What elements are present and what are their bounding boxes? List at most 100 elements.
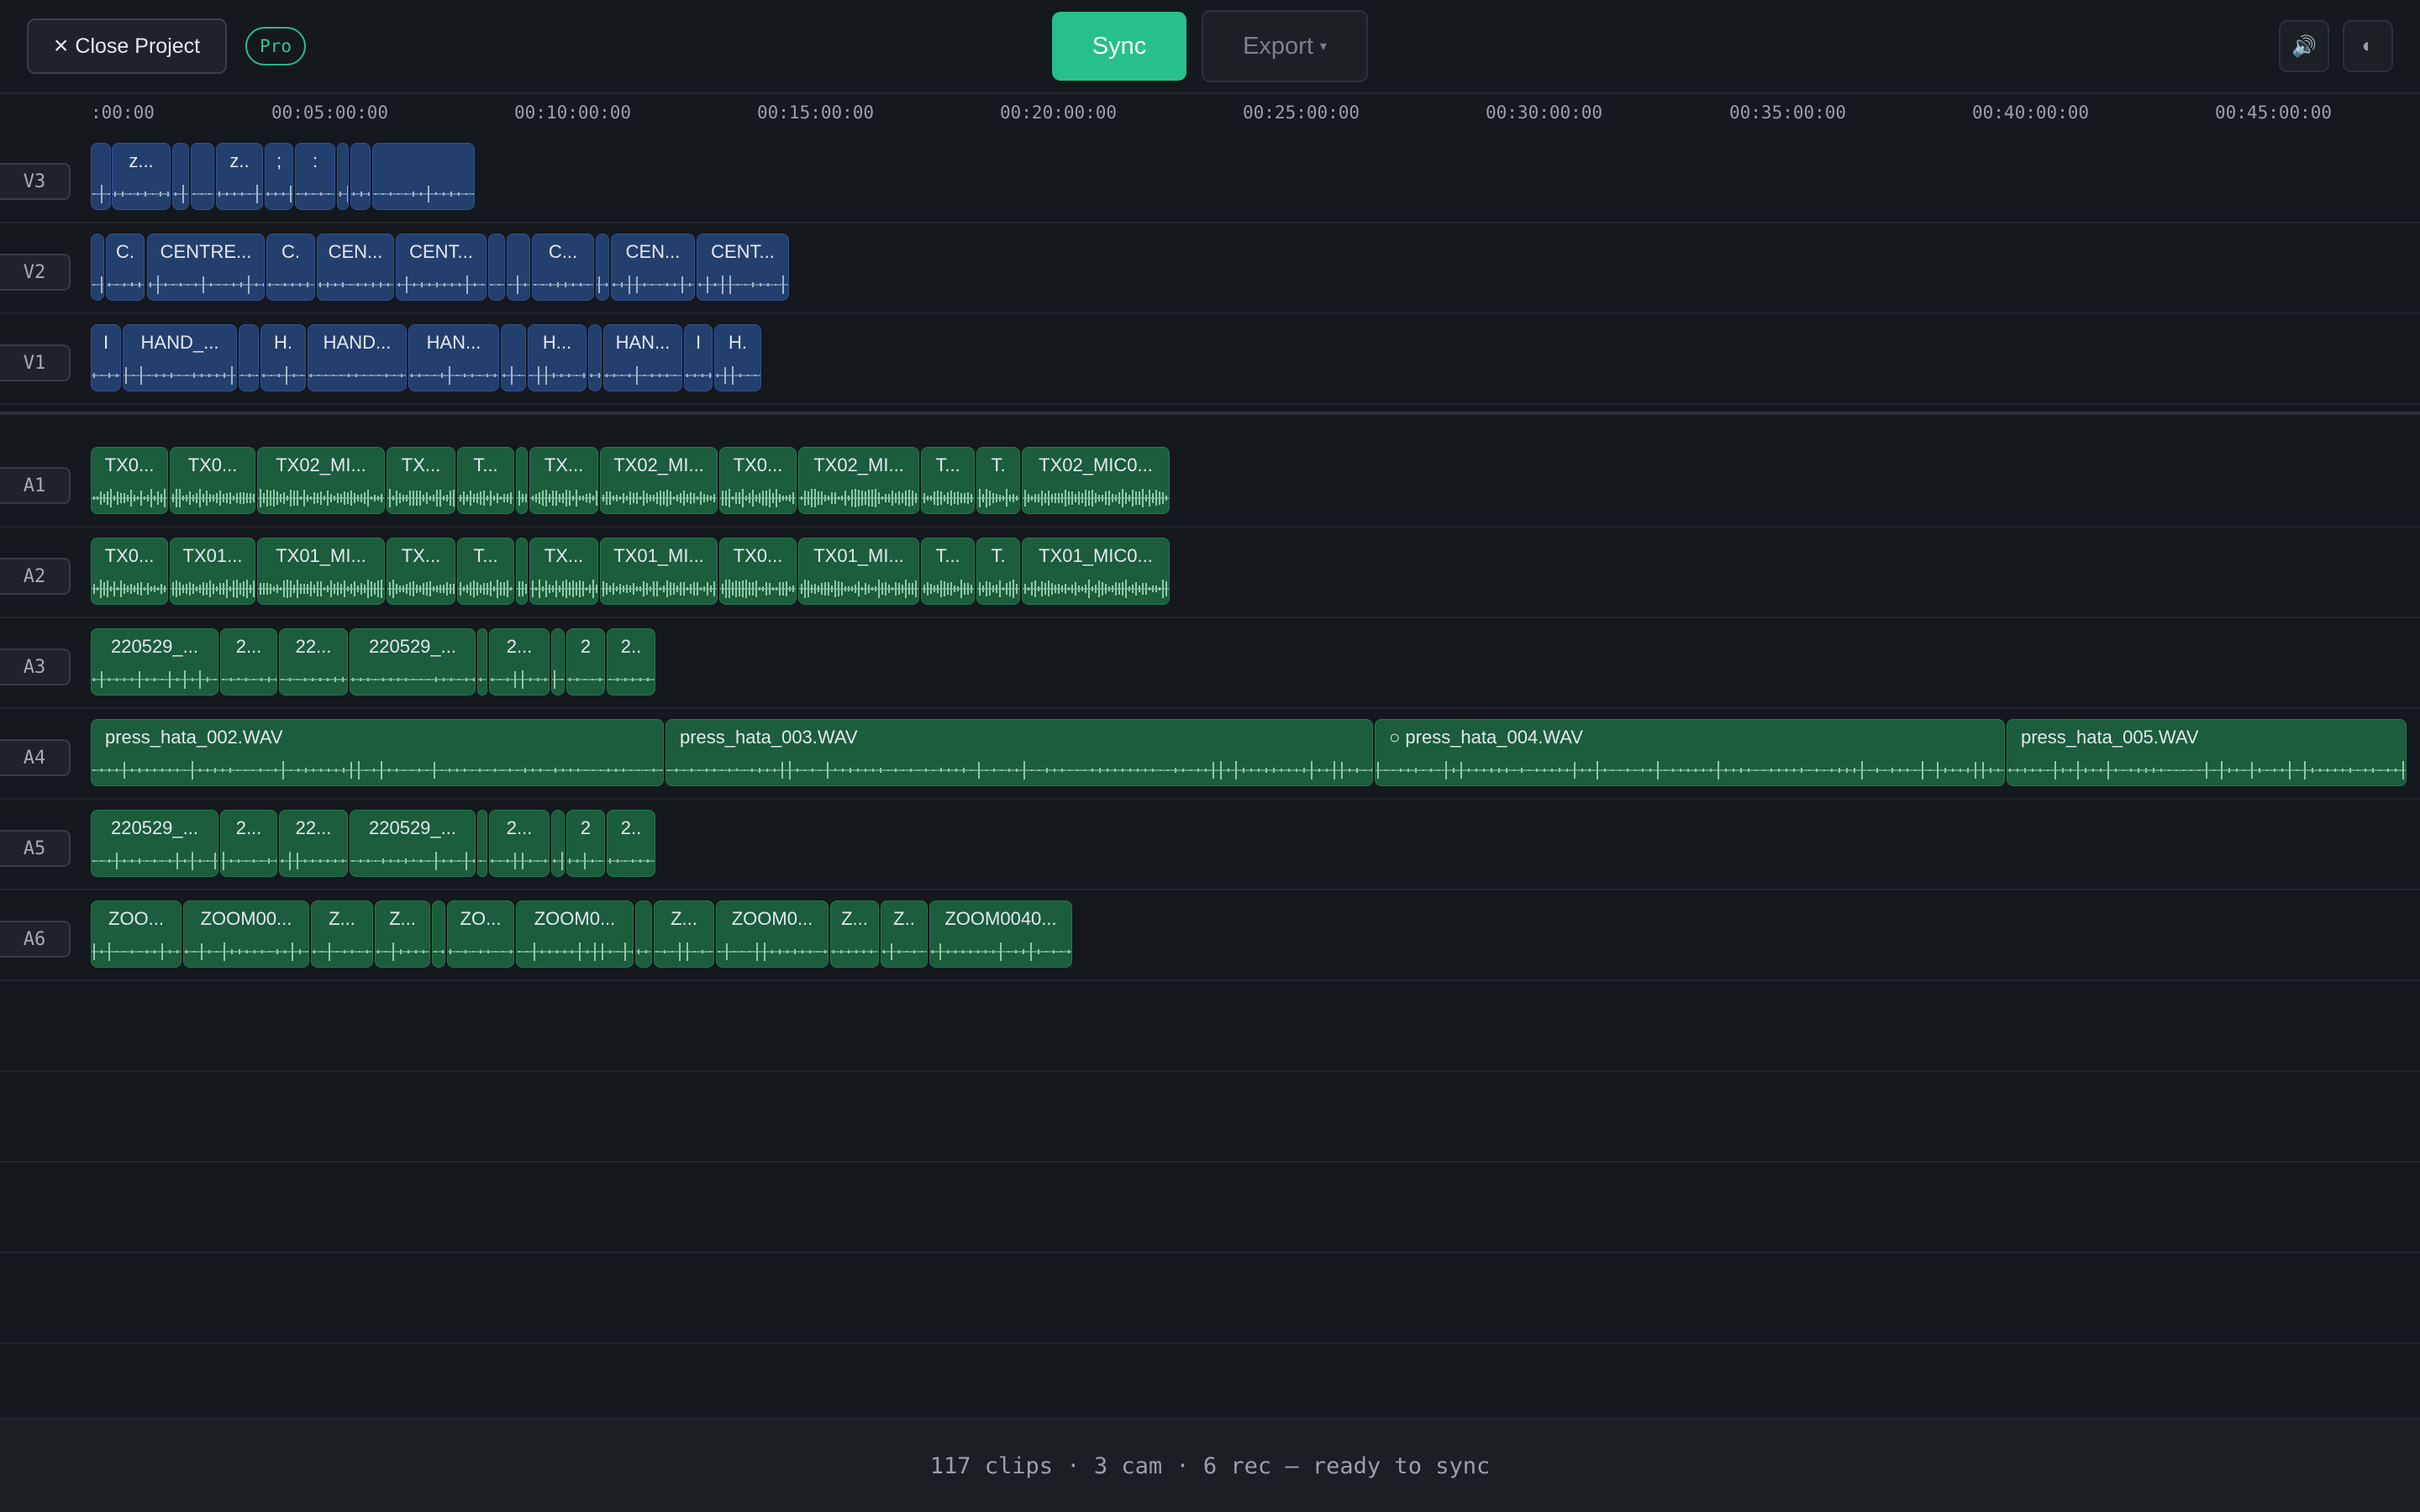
theme-toggle-button[interactable]: ◐ xyxy=(2343,20,2393,72)
video-clip[interactable]: CEN... xyxy=(611,234,695,301)
audio-clip[interactable]: ZOOM00... xyxy=(183,900,309,968)
audio-clip[interactable]: ZO... xyxy=(447,900,514,968)
audio-clip[interactable]: TX01... xyxy=(170,538,255,605)
track-label[interactable]: A5 xyxy=(0,830,71,867)
track-label[interactable]: A1 xyxy=(0,467,71,504)
audio-clip[interactable] xyxy=(477,810,487,877)
audio-clip[interactable] xyxy=(516,447,528,514)
audio-clip[interactable]: ○ press_hata_004.WAV xyxy=(1375,719,2005,786)
volume-button[interactable]: 🔊 xyxy=(2279,20,2329,72)
video-clip[interactable]: CENT... xyxy=(396,234,487,301)
video-clip[interactable] xyxy=(172,143,189,210)
audio-clip[interactable]: ZOOM0... xyxy=(516,900,634,968)
audio-clip[interactable]: 2 xyxy=(566,628,605,696)
audio-clip[interactable]: 2 xyxy=(566,810,605,877)
video-clip[interactable]: CEN... xyxy=(317,234,394,301)
audio-clip[interactable]: T. xyxy=(976,538,1020,605)
audio-clip[interactable] xyxy=(635,900,652,968)
video-clip[interactable] xyxy=(191,143,214,210)
audio-clip[interactable]: TX01_MI... xyxy=(257,538,385,605)
audio-clip[interactable]: 220529_... xyxy=(350,628,476,696)
video-clip[interactable]: H. xyxy=(260,324,306,391)
video-clip[interactable] xyxy=(596,234,609,301)
video-clip[interactable]: HAND... xyxy=(308,324,407,391)
video-clip[interactable]: CENTRE... xyxy=(147,234,265,301)
audio-clip[interactable]: 2... xyxy=(220,810,277,877)
video-clip[interactable]: HAN... xyxy=(603,324,682,391)
audio-clip[interactable] xyxy=(477,628,487,696)
audio-clip[interactable]: 22... xyxy=(279,810,348,877)
video-clip[interactable]: I xyxy=(91,324,121,391)
video-clip[interactable] xyxy=(507,234,530,301)
audio-clip[interactable]: TX0... xyxy=(719,447,797,514)
video-clip[interactable] xyxy=(91,234,104,301)
audio-clip[interactable]: TX02_MIC0... xyxy=(1022,447,1170,514)
audio-clip[interactable]: T... xyxy=(457,447,514,514)
video-clip[interactable]: H. xyxy=(714,324,761,391)
audio-clip[interactable]: T. xyxy=(976,447,1020,514)
audio-clip[interactable]: press_hata_003.WAV xyxy=(666,719,1373,786)
video-clip[interactable] xyxy=(350,143,371,210)
audio-clip[interactable]: TX0... xyxy=(91,447,168,514)
audio-clip[interactable]: TX01_MI... xyxy=(600,538,718,605)
video-clip[interactable] xyxy=(501,324,526,391)
audio-clip[interactable] xyxy=(551,628,565,696)
video-clip[interactable]: z... xyxy=(112,143,171,210)
audio-clip[interactable]: TX... xyxy=(529,447,598,514)
audio-clip[interactable]: TX02_MI... xyxy=(798,447,919,514)
audio-clip[interactable]: 220529_... xyxy=(91,628,218,696)
audio-clip[interactable] xyxy=(432,900,445,968)
track-label[interactable]: A3 xyxy=(0,648,71,685)
audio-clip[interactable]: 2.. xyxy=(607,810,655,877)
video-clip[interactable]: z.. xyxy=(216,143,263,210)
audio-clip[interactable]: ZOOM0... xyxy=(716,900,829,968)
video-clip[interactable] xyxy=(372,143,475,210)
audio-clip[interactable]: 2.. xyxy=(607,628,655,696)
audio-clip[interactable]: T... xyxy=(457,538,514,605)
video-clip[interactable]: HAND_... xyxy=(123,324,237,391)
audio-clip[interactable]: Z... xyxy=(311,900,373,968)
video-clip[interactable]: H... xyxy=(528,324,587,391)
audio-clip[interactable]: TX02_MI... xyxy=(600,447,718,514)
audio-clip[interactable]: ZOOM0040... xyxy=(929,900,1072,968)
track-label[interactable]: A2 xyxy=(0,558,71,595)
video-clip[interactable] xyxy=(337,143,349,210)
audio-clip[interactable]: T... xyxy=(921,538,975,605)
audio-clip[interactable]: 220529_... xyxy=(91,810,218,877)
audio-clip[interactable]: TX0... xyxy=(719,538,797,605)
video-clip[interactable]: C. xyxy=(266,234,315,301)
track-label[interactable]: V1 xyxy=(0,344,71,381)
video-clip[interactable]: I xyxy=(684,324,713,391)
video-clip[interactable] xyxy=(588,324,602,391)
sync-button[interactable]: Sync xyxy=(1052,12,1186,81)
audio-clip[interactable]: 2... xyxy=(489,628,550,696)
video-clip[interactable]: : xyxy=(295,143,335,210)
audio-clip[interactable] xyxy=(516,538,528,605)
audio-clip[interactable]: Z... xyxy=(654,900,714,968)
audio-clip[interactable]: TX... xyxy=(529,538,598,605)
audio-clip[interactable]: press_hata_005.WAV xyxy=(2007,719,2407,786)
audio-clip[interactable]: TX02_MI... xyxy=(257,447,385,514)
audio-clip[interactable]: TX01_MIC0... xyxy=(1022,538,1170,605)
video-clip[interactable] xyxy=(91,143,111,210)
video-clip[interactable]: C. xyxy=(106,234,145,301)
video-clip[interactable]: ; xyxy=(265,143,293,210)
close-project-button[interactable]: × Close Project xyxy=(27,18,227,74)
video-clip[interactable] xyxy=(239,324,259,391)
track-label[interactable]: A4 xyxy=(0,739,71,776)
audio-clip[interactable]: TX0... xyxy=(170,447,255,514)
track-label[interactable]: A6 xyxy=(0,921,71,958)
audio-clip[interactable]: 220529_... xyxy=(350,810,476,877)
video-clip[interactable] xyxy=(488,234,505,301)
audio-clip[interactable]: press_hata_002.WAV xyxy=(91,719,664,786)
audio-clip[interactable]: ZOO... xyxy=(91,900,182,968)
audio-clip[interactable]: 2... xyxy=(489,810,550,877)
audio-clip[interactable]: Z... xyxy=(375,900,430,968)
audio-clip[interactable]: TX... xyxy=(387,447,455,514)
video-clip[interactable]: C... xyxy=(532,234,594,301)
audio-clip[interactable]: TX01_MI... xyxy=(798,538,919,605)
audio-clip[interactable]: TX... xyxy=(387,538,455,605)
audio-clip[interactable]: 2... xyxy=(220,628,277,696)
track-label[interactable]: V2 xyxy=(0,254,71,291)
video-clip[interactable]: HAN... xyxy=(408,324,499,391)
